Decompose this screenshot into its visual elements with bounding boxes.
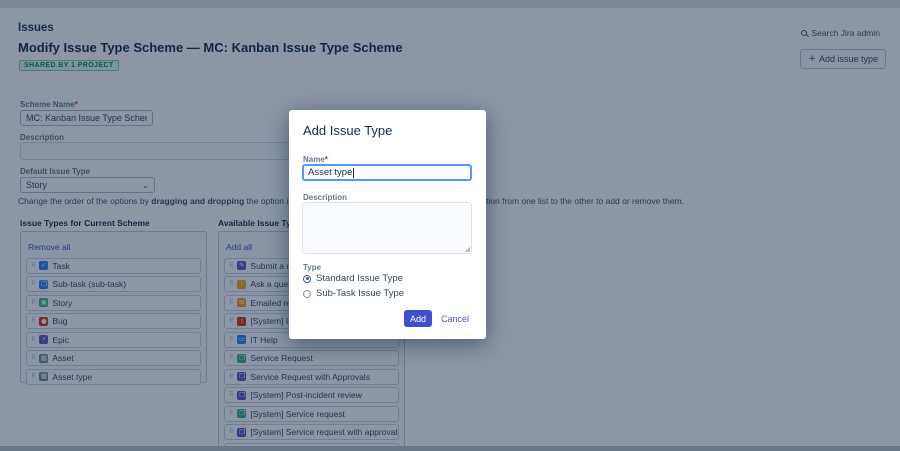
cancel-button[interactable]: Cancel <box>441 314 469 324</box>
page: Issues Modify Issue Type Scheme — MC: Ka… <box>0 0 900 451</box>
name-label: Name* <box>303 155 328 164</box>
name-input[interactable]: Asset type <box>302 164 472 181</box>
dialog-description-label: Description <box>303 193 347 202</box>
name-input-value: Asset type <box>308 167 352 178</box>
required-asterisk: * <box>325 155 328 164</box>
add-issue-type-dialog: Add Issue Type Name* Asset type Descript… <box>289 110 486 339</box>
resize-handle-icon[interactable] <box>464 246 470 252</box>
radio-unselected-icon <box>303 290 311 298</box>
radio-standard-issue-type[interactable]: Standard Issue Type <box>303 273 403 284</box>
radio-standard-label: Standard Issue Type <box>316 273 403 284</box>
radio-subtask-issue-type[interactable]: Sub-Task Issue Type <box>303 288 404 299</box>
add-button[interactable]: Add <box>404 310 432 327</box>
dialog-description-textarea[interactable] <box>302 202 472 254</box>
radio-subtask-label: Sub-Task Issue Type <box>316 288 404 299</box>
text-cursor <box>353 168 354 178</box>
radio-selected-icon <box>303 275 311 283</box>
type-label: Type <box>303 263 321 272</box>
dialog-title: Add Issue Type <box>303 123 392 138</box>
